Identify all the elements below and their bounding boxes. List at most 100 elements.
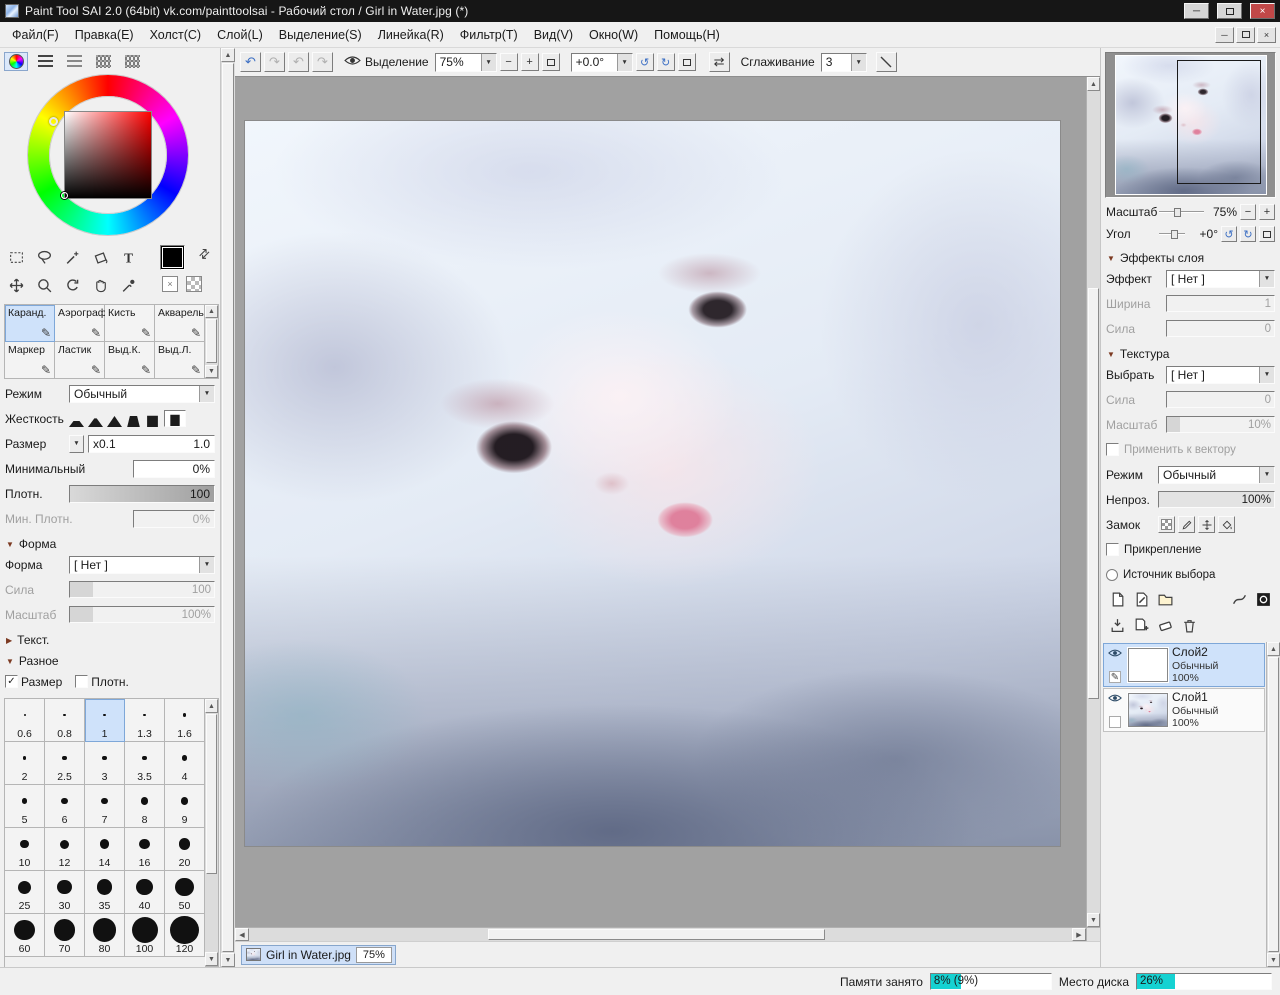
navigator-rotate-cw-button[interactable]: ↻ [1240, 226, 1256, 242]
rect-select-tool[interactable] [4, 245, 29, 269]
hue-marker[interactable] [49, 117, 58, 126]
brush-size-4[interactable]: 4 [165, 742, 205, 785]
canvas-image-girl-in-water[interactable] [245, 121, 1060, 846]
misc-size-checkbox[interactable]: ✓ [5, 675, 18, 688]
zoom-reset-button[interactable] [542, 53, 560, 71]
transparent-color-swatch[interactable] [186, 276, 202, 292]
rotate-reset-button[interactable] [678, 53, 696, 71]
zoom-in-button[interactable]: + [521, 53, 539, 71]
scroll-up-icon[interactable]: ▲ [205, 699, 218, 713]
left-panel-scrollbar[interactable]: ▲ ▼ [220, 48, 235, 967]
hardness-medium-soft-icon[interactable] [88, 415, 103, 427]
layer-opacity-slider[interactable]: 100% [1158, 491, 1275, 508]
brush-size-8[interactable]: 8 [125, 785, 165, 828]
canvas-vertical-scrollbar[interactable]: ▲ ▼ [1086, 77, 1100, 927]
brush-tool-6[interactable]: Выд.К.✎ [105, 342, 155, 379]
brush-size-35[interactable]: 35 [85, 871, 125, 914]
menu-item-3[interactable]: Слой(L) [209, 24, 271, 46]
brush-size-100[interactable]: 100 [125, 914, 165, 957]
hardness-hardest-icon[interactable] [145, 415, 160, 427]
scroll-down-icon[interactable]: ▼ [1087, 913, 1100, 927]
navigator-zoom-out-button[interactable]: − [1240, 204, 1256, 220]
misc-section-header[interactable]: ▼ Разное [6, 654, 214, 668]
text-tool[interactable]: T [116, 245, 141, 269]
menu-item-9[interactable]: Помощь(H) [646, 24, 728, 46]
scroll-right-icon[interactable]: ▶ [1072, 928, 1086, 941]
navigator-thumbnail[interactable] [1116, 56, 1266, 194]
new-vector-layer-button[interactable] [1133, 591, 1150, 611]
scroll-thumb[interactable] [206, 714, 217, 874]
canvas-viewport[interactable]: ▲ ▼ ◀ ▶ [235, 76, 1100, 941]
lasso-tool[interactable] [32, 245, 57, 269]
tab-swatches[interactable] [91, 52, 115, 71]
duplicate-layer-button[interactable] [1133, 617, 1150, 637]
menu-item-7[interactable]: Вид(V) [526, 24, 581, 46]
swap-colors-icon[interactable]: ⇄ [195, 244, 214, 263]
smoothing-dropdown[interactable]: 3 ▼ [821, 53, 867, 72]
brush-size-20[interactable]: 20 [165, 828, 205, 871]
texture-section-header-right[interactable]: ▼ Текстура [1107, 347, 1274, 361]
sv-marker[interactable] [61, 192, 68, 199]
layer-row-2[interactable]: Слой1Обычный100% [1103, 688, 1265, 732]
brush-tool-3[interactable]: Акварель✎ [155, 305, 205, 342]
hand-tool[interactable] [88, 273, 113, 297]
brush-size-14[interactable]: 14 [85, 828, 125, 871]
tab-color-wheel[interactable] [4, 52, 28, 71]
lock-transparency-icon[interactable] [1158, 516, 1175, 533]
texture-section-header[interactable]: ▶ Текст. [6, 633, 214, 647]
brush-size-1[interactable]: 1 [85, 699, 125, 742]
brush-size-3.5[interactable]: 3.5 [125, 742, 165, 785]
tab-scratchpad[interactable] [120, 52, 144, 71]
brush-tool-5[interactable]: Ластик✎ [55, 342, 105, 379]
brush-size-2.5[interactable]: 2.5 [45, 742, 85, 785]
navigator-rotate-reset-button[interactable] [1259, 226, 1275, 242]
child-restore-button[interactable] [1236, 27, 1255, 43]
menu-item-5[interactable]: Линейка(R) [370, 24, 452, 46]
document-tab[interactable]: Girl in Water.jpg 75% [241, 945, 396, 965]
rotate-ccw-button[interactable]: ↺ [636, 53, 654, 71]
foreground-color-swatch[interactable] [160, 245, 185, 270]
scroll-thumb[interactable] [1268, 657, 1279, 952]
texture-select-dropdown[interactable]: [ Нет ] ▼ [1166, 366, 1275, 384]
history-forward-button[interactable]: ↷ [312, 52, 333, 72]
scroll-thumb[interactable] [488, 929, 825, 940]
scroll-left-icon[interactable]: ◀ [235, 928, 249, 941]
clipping-checkbox[interactable] [1106, 543, 1119, 556]
brush-size-1.6[interactable]: 1.6 [165, 699, 205, 742]
scroll-thumb[interactable] [206, 319, 217, 363]
angle-dropdown[interactable]: +0.0° ▼ [571, 53, 633, 72]
brush-size-120[interactable]: 120 [165, 914, 205, 957]
brush-size-16[interactable]: 16 [125, 828, 165, 871]
brush-size-3[interactable]: 3 [85, 742, 125, 785]
menu-item-8[interactable]: Окно(W) [581, 24, 646, 46]
scroll-down-icon[interactable]: ▼ [205, 952, 218, 966]
minimize-button[interactable]: ─ [1184, 3, 1209, 19]
rotate-canvas-tool[interactable] [60, 273, 85, 297]
menu-item-1[interactable]: Правка(E) [67, 24, 142, 46]
saturation-value-square[interactable] [65, 112, 151, 198]
brush-size-1.3[interactable]: 1.3 [125, 699, 165, 742]
brush-grid-scrollbar[interactable]: ▲ ▼ [205, 304, 219, 379]
zoom-tool[interactable] [32, 273, 57, 297]
hardness-selected-box[interactable] [164, 410, 186, 427]
brush-size-7[interactable]: 7 [85, 785, 125, 828]
navigator-angle-slider[interactable] [1159, 227, 1185, 241]
redo-button[interactable]: ↷ [264, 52, 285, 72]
layer-mode-dropdown[interactable]: Обычный ▼ [1158, 466, 1275, 484]
maximize-button[interactable] [1217, 3, 1242, 19]
delete-layer-button[interactable] [1181, 617, 1198, 637]
brush-size-25[interactable]: 25 [5, 871, 45, 914]
child-minimize-button[interactable]: ─ [1215, 27, 1234, 43]
menu-item-2[interactable]: Холст(C) [142, 24, 210, 46]
rotate-cw-button[interactable]: ↻ [657, 53, 675, 71]
special-layer-button[interactable] [1255, 591, 1272, 611]
merge-down-button[interactable] [1109, 617, 1126, 637]
navigator-scale-slider[interactable] [1159, 205, 1204, 219]
line-style-button[interactable] [876, 52, 897, 72]
navigator[interactable] [1105, 52, 1276, 198]
scroll-down-icon[interactable]: ▼ [1267, 953, 1280, 967]
history-back-button[interactable]: ↶ [288, 52, 309, 72]
brush-tool-7[interactable]: Выд.Л.✎ [155, 342, 205, 379]
slider-handle[interactable] [1174, 208, 1181, 217]
scroll-up-icon[interactable]: ▲ [221, 48, 235, 62]
